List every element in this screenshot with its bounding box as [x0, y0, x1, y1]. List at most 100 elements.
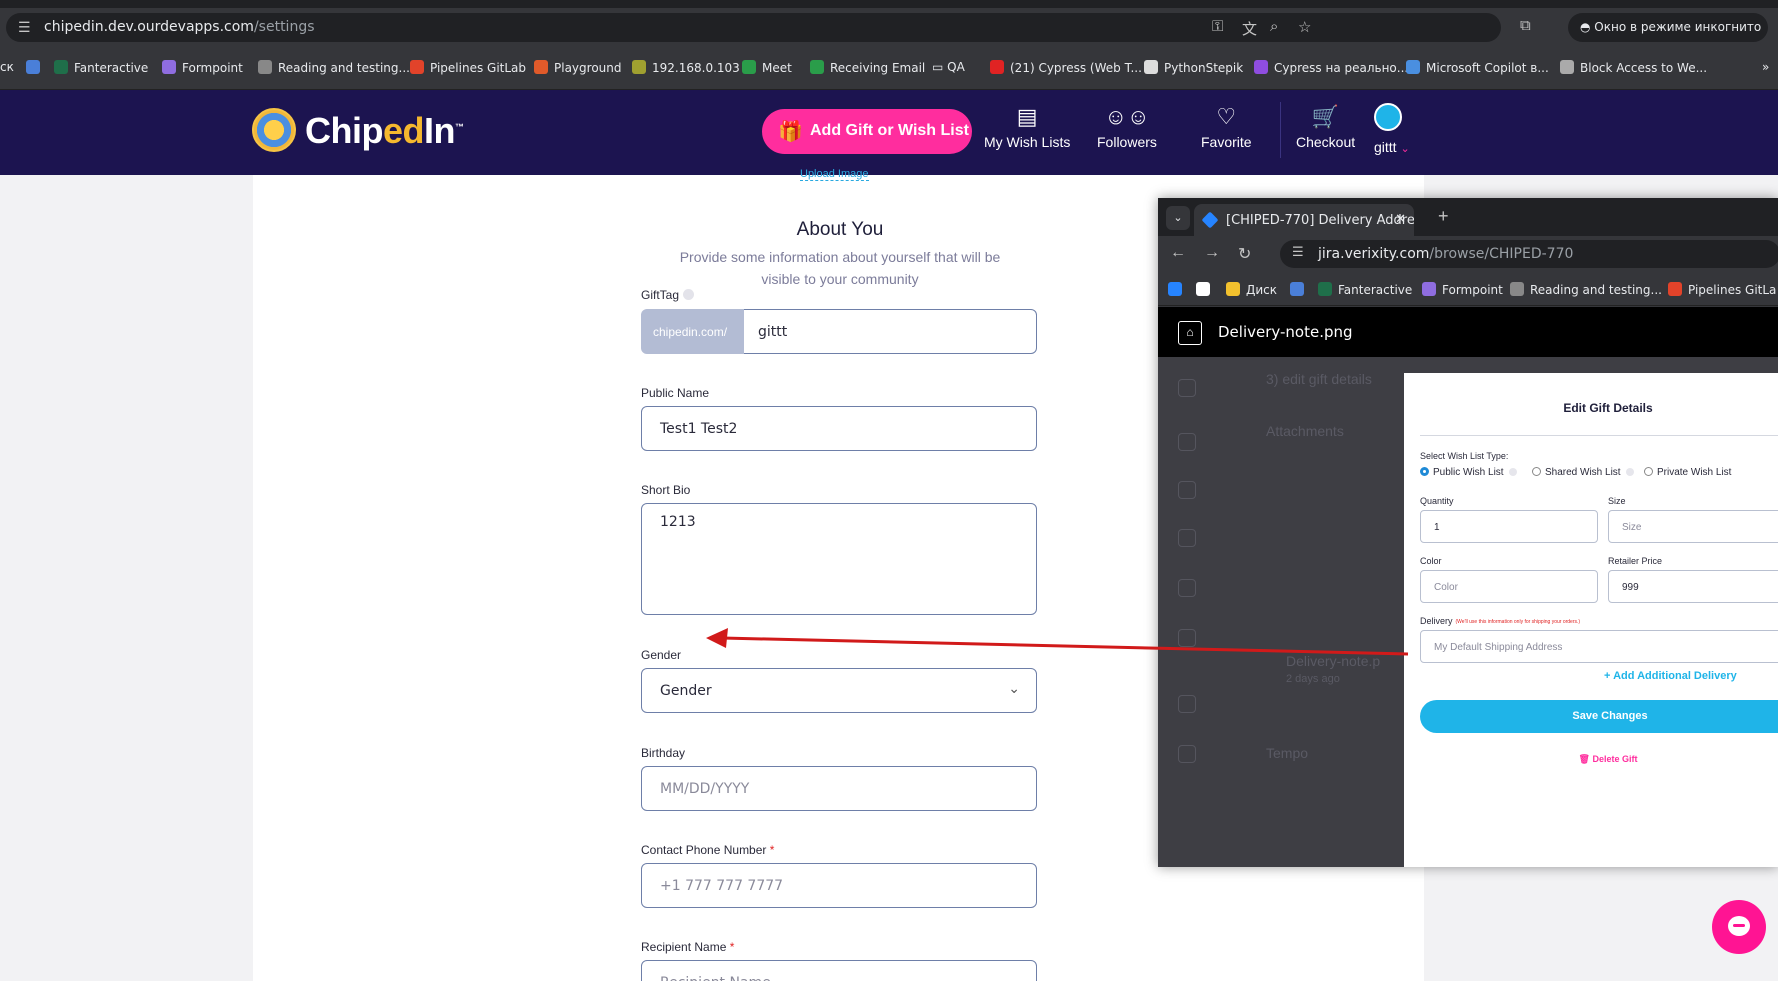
close-tab-icon[interactable]: ✕ — [1395, 212, 1406, 227]
chat-icon — [1728, 916, 1750, 936]
followers-icon: ☺☺ — [1104, 104, 1150, 129]
gift-icon: 🎁 — [778, 121, 803, 143]
tab-title: [CHIPED-770] Delivery Address — [1226, 213, 1414, 228]
color-input[interactable]: Color — [1420, 570, 1598, 603]
bookmark-item[interactable]: Reading and testing... — [1510, 282, 1662, 297]
bookmark-item[interactable]: Cypress на реально... — [1254, 60, 1408, 75]
logo-icon[interactable] — [252, 108, 296, 152]
delivery-label: Delivery (We'll use this information only… — [1420, 616, 1580, 626]
extensions-icon[interactable]: ⧉ — [1520, 17, 1531, 34]
logo-trademark: ™ — [455, 122, 464, 132]
bookmark-item[interactable]: Fanteractive — [1318, 282, 1412, 297]
bookmark-item[interactable]: PythonStepik — [1144, 60, 1243, 75]
bookmark-item[interactable]: Microsoft Copilot в... — [1406, 60, 1549, 75]
bookmark-item[interactable]: Formpoint — [162, 60, 243, 75]
add-delivery-link[interactable]: + Add Additional Delivery — [1604, 670, 1737, 682]
upload-image-link[interactable]: Upload Image — [800, 168, 869, 181]
bookmark-item[interactable]: Block Access to We... — [1560, 60, 1707, 75]
phone-input[interactable]: +1 777 777 7777 — [641, 863, 1037, 908]
radio-shared[interactable]: Shared Wish List — [1532, 467, 1634, 478]
size-input[interactable]: Size — [1608, 510, 1778, 543]
translate-icon[interactable]: 文 — [1242, 18, 1257, 39]
reload-icon[interactable]: ↻ — [1238, 244, 1251, 264]
viewer-title: Delivery-note.png — [1218, 323, 1353, 341]
logo-part: In — [424, 110, 456, 151]
zoom-icon[interactable]: ⌕ — [1270, 18, 1278, 35]
back-icon[interactable]: ← — [1170, 244, 1186, 262]
phone-label-text: Contact Phone Number — [641, 843, 767, 857]
nav-followers[interactable]: ☺☺ Followers — [1097, 104, 1157, 150]
youtube-icon — [990, 60, 1004, 74]
bookmark-item[interactable]: Formpoint — [1422, 282, 1503, 297]
bookmark-item[interactable]: Fanteractive — [54, 60, 148, 75]
bookmark-item[interactable]: Диск — [1226, 282, 1277, 297]
radio-private[interactable]: Private Wish List — [1644, 467, 1731, 478]
bookmark-item[interactable] — [26, 60, 46, 75]
quantity-input[interactable]: 1 — [1420, 510, 1598, 543]
nav-bar: ← → ↻ ☰ jira.verixity.com/browse/CHIPED-… — [1158, 236, 1778, 272]
logo[interactable]: ChipedIn™ — [305, 110, 464, 152]
add-gift-button[interactable]: 🎁 Add Gift or Wish List — [762, 109, 972, 154]
bookmark-item[interactable]: Playground — [534, 60, 621, 75]
chat-button[interactable] — [1712, 900, 1766, 954]
user-menu[interactable]: gittt ⌄ — [1374, 139, 1410, 155]
copilot-icon — [1406, 60, 1420, 74]
required-mark: * — [729, 940, 735, 954]
quantity-label: Quantity — [1420, 496, 1454, 506]
bookmark-label: Диск — [1246, 283, 1278, 297]
radio-public[interactable]: Public Wish List — [1420, 467, 1517, 478]
incognito-badge[interactable]: ◓ Окно в режиме инкогнито — [1568, 13, 1768, 42]
birthday-label: Birthday — [641, 746, 686, 760]
forward-icon[interactable]: → — [1204, 244, 1220, 262]
save-changes-button[interactable]: Save Changes — [1420, 700, 1778, 733]
radio-selected-icon — [1420, 467, 1429, 476]
email-icon — [810, 60, 824, 74]
tab-search-icon[interactable]: ⌄ — [1166, 206, 1190, 230]
bookmark-item[interactable]: Pipelines GitLab — [410, 60, 526, 75]
bookmark-item[interactable]: Meet — [742, 60, 792, 75]
browser-tab[interactable]: [CHIPED-770] Delivery Address ✕ — [1194, 204, 1414, 236]
bookmark-label: Microsoft Copilot в... — [1426, 61, 1549, 75]
image-viewer-header: ⌂ Delivery-note.png — [1158, 307, 1778, 357]
bookmark-item[interactable] — [1196, 282, 1216, 297]
more-bookmarks-icon[interactable]: » — [1762, 60, 1769, 74]
site-info-icon[interactable]: ☰ — [18, 19, 31, 36]
bookmark-item[interactable]: (21) Cypress (Web T... — [990, 60, 1142, 75]
delivery-input[interactable]: My Default Shipping Address — [1420, 630, 1778, 663]
key-icon[interactable]: ⚿ — [1212, 18, 1223, 35]
radio-icon — [1532, 467, 1541, 476]
nav-my-wish-lists[interactable]: ▤ My Wish Lists — [984, 104, 1070, 150]
bookmark-folder[interactable]: ▭ QA — [932, 60, 965, 74]
bookmark-item[interactable]: Pipelines GitLa — [1668, 282, 1776, 297]
info-icon[interactable] — [683, 289, 695, 300]
url-field[interactable]: ☰ jira.verixity.com/browse/CHIPED-770 — [1280, 240, 1778, 268]
add-gift-label: Add Gift or Wish List — [810, 122, 969, 139]
public-name-input[interactable]: Test1 Test2 — [641, 406, 1037, 451]
url-field[interactable]: ☰ chipedin.dev.ourdevapps.com/settings ⚿… — [6, 13, 1501, 42]
bookmark-item[interactable] — [1290, 282, 1310, 297]
bookmark-item[interactable]: 192.168.0.103 — [632, 60, 740, 75]
avatar[interactable] — [1374, 103, 1402, 131]
delete-label: Delete Gift — [1592, 754, 1638, 764]
bookmark-star-icon[interactable]: ☆ — [1298, 18, 1311, 36]
bookmark-item[interactable] — [1168, 282, 1188, 297]
new-tab-icon[interactable]: + — [1438, 206, 1449, 227]
nav-favorite[interactable]: ♡ Favorite — [1201, 104, 1252, 150]
gifttag-input[interactable]: gittt — [744, 309, 1037, 354]
gender-select[interactable]: Gender ⌄ — [641, 668, 1037, 713]
short-bio-textarea[interactable]: 1213 — [641, 503, 1037, 615]
birthday-input[interactable]: MM/DD/YYYY — [641, 766, 1037, 811]
url-text[interactable]: chipedin.dev.ourdevapps.com/settings — [44, 19, 315, 35]
delete-gift-button[interactable]: 🗑 Delete Gift — [1404, 754, 1778, 765]
bookmark-item[interactable]: Receiving Email — [810, 60, 925, 75]
url-host: jira.verixity.com — [1318, 246, 1430, 262]
bookmark-item[interactable]: ск — [0, 60, 14, 74]
bookmark-item[interactable]: Reading and testing... — [258, 60, 410, 75]
bookmark-label: ск — [0, 60, 14, 74]
retailer-price-input[interactable]: 999 — [1608, 570, 1778, 603]
playground-icon — [534, 60, 548, 74]
nav-checkout[interactable]: 🛒 Checkout — [1296, 104, 1355, 150]
recipient-label-text: Recipient Name — [641, 940, 727, 954]
recipient-input[interactable]: Recipient Name — [641, 960, 1037, 981]
fanteractive-icon — [54, 60, 68, 74]
